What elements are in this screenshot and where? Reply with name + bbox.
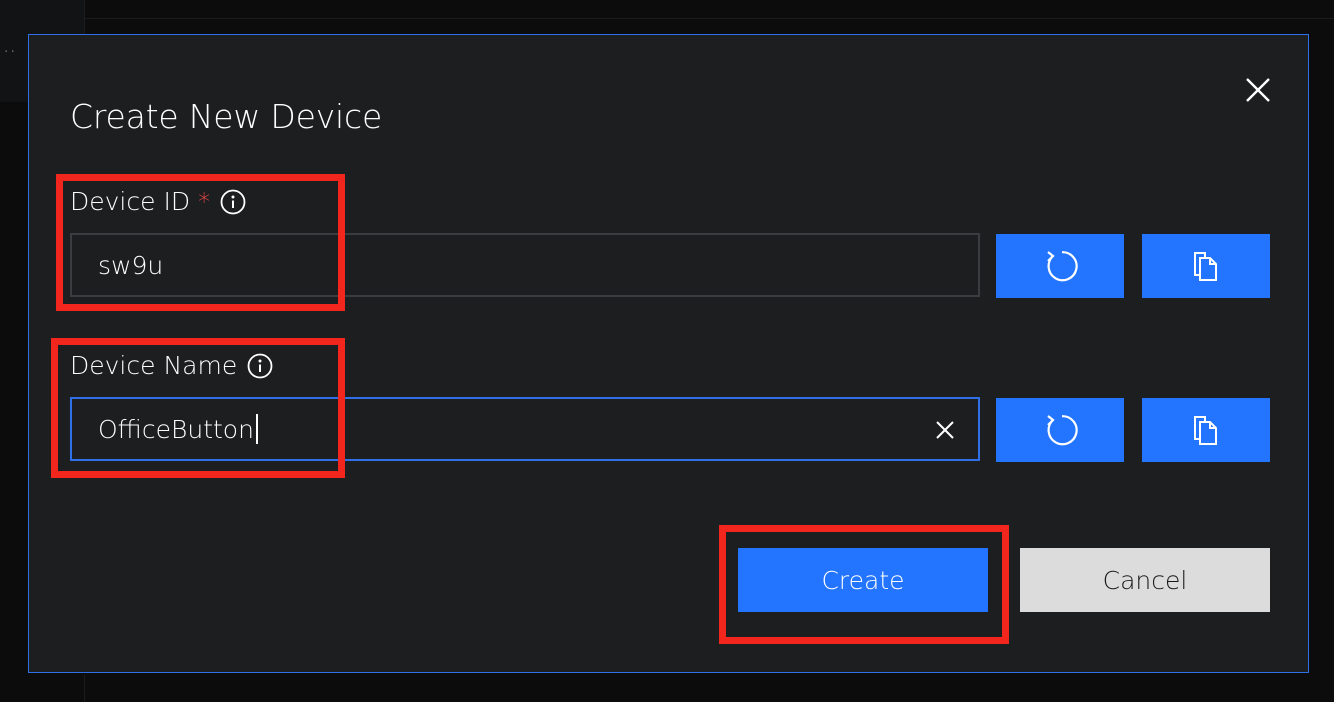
device-id-input[interactable]: sw9u [70,233,980,297]
device-name-label: Device Name [70,351,238,380]
regenerate-device-name-button[interactable] [996,398,1124,462]
required-marker: * [198,187,211,216]
refresh-icon [1047,251,1078,282]
copy-device-id-button[interactable] [1142,234,1270,298]
close-icon[interactable] [934,419,956,441]
copy-icon [1194,252,1217,281]
divider [84,18,1334,19]
device-name-input[interactable]: OfficeButton [70,397,980,461]
info-icon[interactable] [220,189,246,215]
device-id-label: Device ID [70,187,191,216]
more-icon: ·· [4,44,17,60]
divider [84,675,85,702]
copy-icon [1194,416,1217,445]
regenerate-device-id-button[interactable] [996,234,1124,298]
refresh-icon [1047,415,1078,446]
device-id-label-row: Device ID * [70,187,246,216]
create-device-dialog: Create New Device Device ID * sw9u Devic… [28,34,1309,673]
device-id-value: sw9u [98,250,164,280]
dialog-title: Create New Device [70,97,383,136]
create-button[interactable]: Create [738,548,988,612]
device-name-value: OfficeButton [98,414,254,444]
info-icon[interactable] [247,353,273,379]
close-button[interactable] [1241,73,1275,107]
cancel-button[interactable]: Cancel [1020,548,1270,612]
close-icon [1246,78,1270,102]
text-caret [255,414,258,444]
device-name-label-row: Device Name [70,351,273,380]
copy-device-name-button[interactable] [1142,398,1270,462]
